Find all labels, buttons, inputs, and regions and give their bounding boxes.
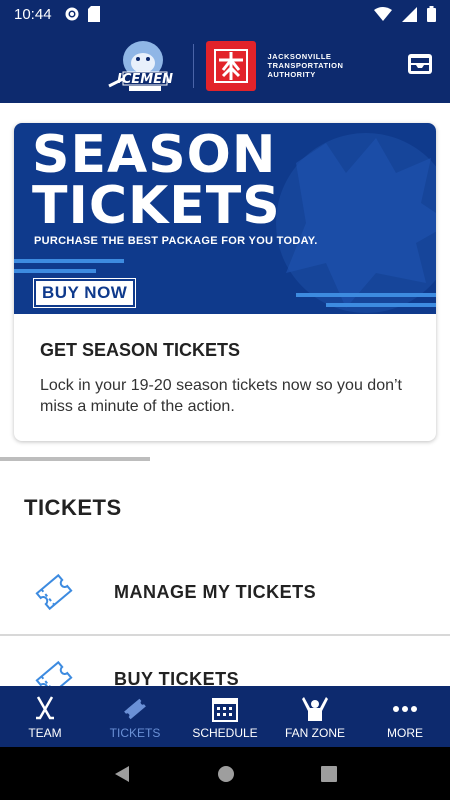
calendar-icon <box>212 697 238 722</box>
tab-label: MORE <box>387 725 423 740</box>
banner-stripe <box>14 269 96 273</box>
tab-label: TICKETS <box>109 725 161 740</box>
tab-schedule[interactable]: SCHEDULE <box>180 686 270 747</box>
recents-icon[interactable] <box>321 765 337 782</box>
tab-fan-zone[interactable]: FAN ZONE <box>270 686 360 747</box>
ticket-icon <box>124 698 146 719</box>
banner-stripe <box>326 303 436 307</box>
sd-card-icon <box>87 6 100 22</box>
bottom-tab-bar: TEAM TICKETS SCHEDULE FAN ZONE MORE <box>0 686 450 747</box>
ticket-icon <box>35 573 73 611</box>
back-icon[interactable] <box>113 765 131 783</box>
season-tickets-banner[interactable]: SEASON TICKETS PURCHASE THE BEST PACKAGE… <box>14 123 436 314</box>
status-time: 10:44 <box>14 5 52 23</box>
banner-stripe <box>14 259 124 263</box>
ticket-icon <box>35 660 73 686</box>
fan-icon <box>302 696 328 721</box>
banner-stripe <box>296 293 436 297</box>
tab-label: SCHEDULE <box>192 725 258 740</box>
signal-icon <box>402 6 417 22</box>
inbox-icon[interactable] <box>406 50 434 78</box>
list-item-label: MANAGE MY TICKETS <box>114 581 317 602</box>
more-icon <box>393 705 417 712</box>
tab-label: FAN ZONE <box>284 725 345 740</box>
app-header: ICEMEN JACKSONVILLE TRANSPORTATION AUTHO… <box>0 28 450 103</box>
hockey-sticks-icon <box>36 695 54 719</box>
tab-more[interactable]: MORE <box>360 686 450 747</box>
settings-icon <box>65 7 79 21</box>
jta-name-line: AUTHORITY <box>267 70 316 79</box>
list-item-buy-tickets[interactable]: BUY TICKETS <box>0 636 450 686</box>
tab-label: TEAM <box>28 725 62 740</box>
home-icon[interactable] <box>217 765 235 783</box>
carousel-indicator <box>0 457 150 461</box>
section-title: TICKETS <box>24 495 122 520</box>
tab-tickets[interactable]: TICKETS <box>90 686 180 747</box>
yeti-watermark-icon <box>276 133 436 313</box>
jta-name-line: JACKSONVILLE <box>267 52 332 61</box>
tab-team[interactable]: TEAM <box>0 686 90 747</box>
icemen-logo[interactable]: ICEMEN <box>103 36 181 96</box>
jta-name: JACKSONVILLE TRANSPORTATION AUTHORITY <box>268 52 348 79</box>
card-description: Lock in your 19-20 season tickets now so… <box>40 377 402 415</box>
main-content[interactable]: SEASON TICKETS PURCHASE THE BEST PACKAGE… <box>0 103 450 686</box>
jta-logo[interactable] <box>205 40 256 91</box>
jta-name-line: TRANSPORTATION <box>267 61 344 70</box>
list-item-manage-tickets[interactable]: MANAGE MY TICKETS <box>0 550 450 636</box>
buy-now-button[interactable]: BUY NOW <box>32 278 137 308</box>
banner-line-1: SEASON <box>32 125 277 185</box>
wifi-icon <box>374 7 392 21</box>
status-bar: 10:44 <box>0 0 450 28</box>
system-nav-bar <box>0 747 450 800</box>
battery-icon <box>427 6 436 22</box>
card-title: GET SEASON TICKETS <box>40 340 241 360</box>
season-tickets-card[interactable]: SEASON TICKETS PURCHASE THE BEST PACKAGE… <box>14 123 436 441</box>
banner-subtitle: PURCHASE THE BEST PACKAGE FOR YOU TODAY. <box>34 235 318 247</box>
icemen-wordmark: ICEMEN <box>117 72 173 87</box>
banner-line-2: TICKETS <box>32 176 281 236</box>
header-divider <box>192 43 194 88</box>
list-item-label: BUY TICKETS <box>114 668 240 687</box>
jta-emblem-icon <box>213 48 248 83</box>
